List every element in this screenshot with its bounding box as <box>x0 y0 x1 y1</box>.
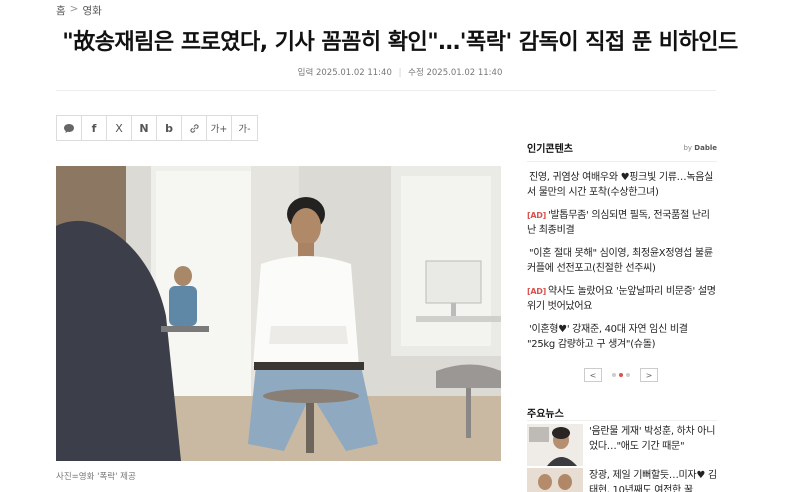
main-news-item[interactable]: 장광, 제일 기뻐할듯…미자♥ 김태현, 10년째도 여전한 꿀 <box>527 468 717 492</box>
link-icon <box>189 123 199 133</box>
header-divider <box>56 90 716 91</box>
font-decrease-button[interactable]: 가- <box>232 116 257 140</box>
popular-content: 인기콘텐츠 by Dable 진영, 귀염상 여배우와 ♥핑크빛 기류…녹음실서… <box>527 140 717 352</box>
share-toolbar: f X N b 가+ 가- <box>56 115 258 141</box>
popular-item[interactable]: [AD] '발톱무좀' 의심되면 필독, 전국품절 난리난 최종비결 <box>527 208 717 238</box>
pager-dot[interactable] <box>612 373 616 377</box>
photo-caption: 사진=영화 '폭락' 제공 <box>56 472 136 482</box>
x-share-button[interactable]: X <box>107 116 132 140</box>
popular-item[interactable]: "이혼 절대 못해" 심이영, 최정윤X정영섭 불륜 커플에 선전포고(친절한 … <box>527 246 717 276</box>
popular-header: 인기콘텐츠 by Dable <box>527 140 717 162</box>
main-news-divider <box>527 420 717 421</box>
band-icon: b <box>165 121 173 135</box>
breadcrumb-home[interactable]: 홈 <box>56 3 66 18</box>
comment-button[interactable] <box>57 116 82 140</box>
news-thumbnail <box>527 424 583 466</box>
popular-item-text: '이혼형♥' 강재준, 40대 자연 임신 비결 "25kg 감량하고 구 생겨… <box>527 324 688 350</box>
meta-divider: | <box>398 68 402 78</box>
popular-item[interactable]: 진영, 귀염상 여배우와 ♥핑크빛 기류…녹음실서 물만의 시간 포착(수상한그… <box>527 170 717 200</box>
popular-item[interactable]: '이혼형♥' 강재준, 40대 자연 임신 비결 "25kg 감량하고 구 생겨… <box>527 322 717 352</box>
article-meta: 입력 2025.01.02 11:40 | 수정 2025.01.02 11:4… <box>0 66 800 78</box>
popular-item-text: '발톱무좀' 의심되면 필독, 전국품절 난리난 최종비결 <box>527 210 710 236</box>
naver-icon: N <box>139 121 149 135</box>
ad-badge: [AD] <box>527 211 546 220</box>
popular-item-text: 진영, 귀염상 여배우와 ♥핑크빛 기류…녹음실서 물만의 시간 포착(수상한그… <box>527 172 714 198</box>
next-button[interactable]: > <box>640 368 658 382</box>
pager-dot[interactable] <box>626 373 630 377</box>
popular-pager: < > <box>584 368 658 382</box>
pager-dots <box>612 373 630 377</box>
facebook-icon: f <box>91 121 97 135</box>
main-news-item[interactable]: '음란물 게재' 박성훈, 하차 아니었다…"애도 기간 때문" <box>527 424 717 466</box>
article-photo <box>56 166 501 461</box>
news-thumb-image <box>527 424 583 466</box>
dable-credit: by Dable <box>683 143 717 152</box>
popular-item-text: 약사도 놀랐어요 '눈앞날파리 비문증' 설명위기 벗어났어요 <box>527 286 716 312</box>
font-increase-button[interactable]: 가+ <box>207 116 232 140</box>
x-icon: X <box>115 121 123 135</box>
breadcrumb-separator: > <box>69 3 79 15</box>
popular-title: 인기콘텐츠 <box>527 144 573 155</box>
updated-date: 수정 2025.01.02 11:40 <box>408 68 503 78</box>
breadcrumb: 홈 > 영화 <box>56 3 102 18</box>
main-news-text: '음란물 게재' 박성훈, 하차 아니었다…"애도 기간 때문" <box>589 426 716 452</box>
news-thumbnail <box>527 468 583 492</box>
naver-share-button[interactable]: N <box>132 116 157 140</box>
article-headline: "故송재림은 프로였다, 기사 꼼꼼히 확인"…'폭락' 감독이 직접 푼 비하… <box>62 30 738 55</box>
band-share-button[interactable]: b <box>157 116 182 140</box>
photo-actor-office <box>56 166 501 461</box>
popular-item-text: "이혼 절대 못해" 심이영, 최정윤X정영섭 불륜 커플에 선전포고(친절한 … <box>527 248 713 274</box>
ad-badge: [AD] <box>527 287 546 296</box>
popular-item[interactable]: [AD] 약사도 놀랐어요 '눈앞날파리 비문증' 설명위기 벗어났어요 <box>527 284 717 314</box>
pager-dot-active[interactable] <box>619 373 623 377</box>
main-news-text: 장광, 제일 기뻐할듯…미자♥ 김태현, 10년째도 여전한 꿀 <box>589 470 717 492</box>
news-thumb-image <box>527 468 583 492</box>
facebook-share-button[interactable]: f <box>82 116 107 140</box>
speech-bubble-icon <box>64 123 74 133</box>
copy-link-button[interactable] <box>182 116 207 140</box>
prev-button[interactable]: < <box>584 368 602 382</box>
dable-logo: Dable <box>694 143 717 152</box>
main-news-title: 주요뉴스 <box>527 409 564 420</box>
breadcrumb-section[interactable]: 영화 <box>82 3 101 18</box>
published-date: 입력 2025.01.02 11:40 <box>297 68 392 78</box>
